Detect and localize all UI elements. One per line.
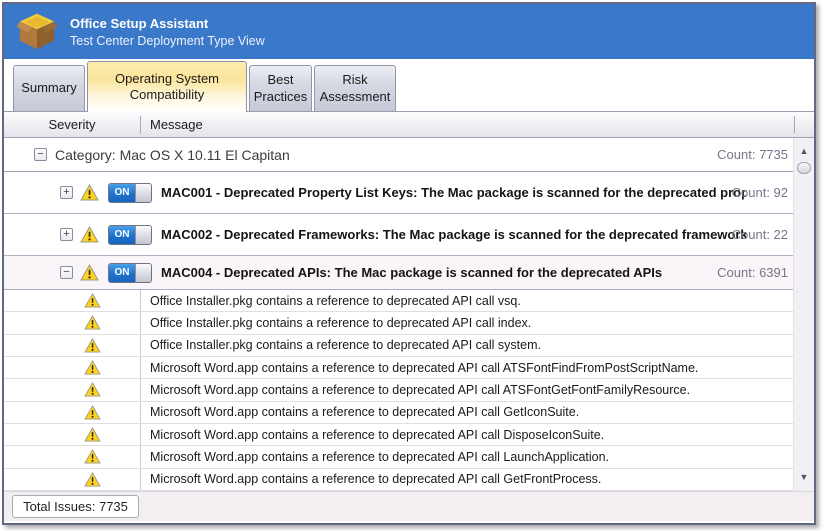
title-bar: Office Setup Assistant Test Center Deplo… (4, 4, 814, 59)
package-box-icon (16, 12, 58, 52)
issue-message: Microsoft Word.app contains a reference … (141, 361, 698, 375)
category-row[interactable]: − Category: Mac OS X 10.11 El Capitan Co… (4, 138, 793, 172)
results-grid: − Category: Mac OS X 10.11 El Capitan Co… (4, 138, 814, 491)
tab-best-practices[interactable]: Best Practices (249, 65, 312, 111)
issue-message: Microsoft Word.app contains a reference … (141, 428, 604, 442)
severity-cell (4, 335, 141, 356)
severity-cell (4, 446, 141, 467)
severity-cell (4, 379, 141, 400)
tab-summary[interactable]: Summary (13, 65, 85, 111)
warning-icon (80, 264, 99, 281)
severity-cell (4, 290, 141, 311)
issue-row[interactable]: Microsoft Word.app contains a reference … (4, 424, 793, 446)
toggle-knob[interactable] (135, 226, 151, 244)
rule-row-mac004[interactable]: − ON MAC004 - Deprecated APIs: The Mac p… (4, 256, 793, 290)
toggle-on-label: ON (109, 264, 135, 282)
severity-cell (4, 357, 141, 378)
warning-icon (84, 315, 101, 330)
issue-message: Microsoft Word.app contains a reference … (141, 472, 601, 486)
severity-cell (4, 424, 141, 445)
issue-row[interactable]: Office Installer.pkg contains a referenc… (4, 335, 793, 357)
warning-icon (84, 449, 101, 464)
column-divider (794, 116, 795, 133)
rule-count: Count: 92 (732, 185, 788, 200)
warning-icon (80, 226, 99, 243)
warning-icon (84, 405, 101, 420)
tab-risk-assessment[interactable]: Risk Assessment (314, 65, 396, 111)
expand-icon[interactable]: + (60, 228, 73, 241)
warning-icon (84, 427, 101, 442)
severity-cell (4, 312, 141, 333)
app-window: Office Setup Assistant Test Center Deplo… (2, 2, 816, 525)
rule-count: Count: 6391 (717, 265, 788, 280)
expand-icon[interactable]: + (60, 186, 73, 199)
warning-icon (84, 360, 101, 375)
issue-message: Office Installer.pkg contains a referenc… (141, 294, 521, 308)
severity-cell (4, 469, 141, 490)
app-title: Office Setup Assistant (70, 16, 265, 31)
toggle-knob[interactable] (135, 184, 151, 202)
issue-row[interactable]: Microsoft Word.app contains a reference … (4, 446, 793, 468)
severity-cell (4, 402, 141, 423)
issue-row[interactable]: Microsoft Word.app contains a reference … (4, 469, 793, 491)
column-header-severity[interactable]: Severity (4, 116, 141, 134)
rule-on-toggle[interactable]: ON (108, 225, 152, 245)
rule-count: Count: 22 (732, 227, 788, 242)
toggle-on-label: ON (109, 226, 135, 244)
rule-row-mac001[interactable]: + ON MAC001 - Deprecated Property List K… (4, 172, 793, 214)
scrollbar-thumb[interactable] (797, 162, 811, 174)
rule-on-toggle[interactable]: ON (108, 263, 152, 283)
rule-message: MAC002 - Deprecated Frameworks: The Mac … (161, 227, 746, 242)
app-subtitle: Test Center Deployment Type View (70, 34, 265, 48)
warning-icon (84, 293, 101, 308)
status-bar: Total Issues: 7735 (4, 491, 814, 521)
issue-message: Office Installer.pkg contains a referenc… (141, 338, 541, 352)
detail-rows: Office Installer.pkg contains a referenc… (4, 290, 793, 491)
warning-icon (84, 382, 101, 397)
issue-row[interactable]: Office Installer.pkg contains a referenc… (4, 312, 793, 334)
issue-row[interactable]: Microsoft Word.app contains a reference … (4, 379, 793, 401)
issue-message: Microsoft Word.app contains a reference … (141, 405, 579, 419)
issue-message: Microsoft Word.app contains a reference … (141, 383, 690, 397)
column-header-message[interactable]: Message (141, 117, 203, 132)
column-header-row: Severity Message (4, 112, 814, 138)
rule-message: MAC001 - Deprecated Property List Keys: … (161, 185, 746, 200)
issue-message: Microsoft Word.app contains a reference … (141, 450, 609, 464)
warning-icon (84, 472, 101, 487)
warning-icon (84, 338, 101, 353)
category-label: Category: Mac OS X 10.11 El Capitan (55, 147, 290, 163)
issue-row[interactable]: Office Installer.pkg contains a referenc… (4, 290, 793, 312)
collapse-icon[interactable]: − (60, 266, 73, 279)
issue-message: Office Installer.pkg contains a referenc… (141, 316, 531, 330)
scroll-up-icon[interactable]: ▲ (794, 147, 814, 156)
toggle-on-label: ON (109, 184, 135, 202)
rule-on-toggle[interactable]: ON (108, 183, 152, 203)
vertical-scrollbar[interactable]: ▲ ▼ (793, 138, 814, 491)
issue-row[interactable]: Microsoft Word.app contains a reference … (4, 357, 793, 379)
rule-row-mac002[interactable]: + ON MAC002 - Deprecated Frameworks: The… (4, 214, 793, 256)
category-count: Count: 7735 (717, 147, 788, 162)
warning-icon (80, 184, 99, 201)
rule-message: MAC004 - Deprecated APIs: The Mac packag… (161, 265, 662, 280)
issue-row[interactable]: Microsoft Word.app contains a reference … (4, 402, 793, 424)
collapse-icon[interactable]: − (34, 148, 47, 161)
tab-strip: Summary Operating System Compatibility B… (4, 59, 814, 112)
total-issues-badge: Total Issues: 7735 (12, 495, 139, 518)
scroll-down-icon[interactable]: ▼ (794, 473, 814, 482)
toggle-knob[interactable] (135, 264, 151, 282)
tab-operating-system-compatibility[interactable]: Operating System Compatibility (87, 61, 247, 112)
